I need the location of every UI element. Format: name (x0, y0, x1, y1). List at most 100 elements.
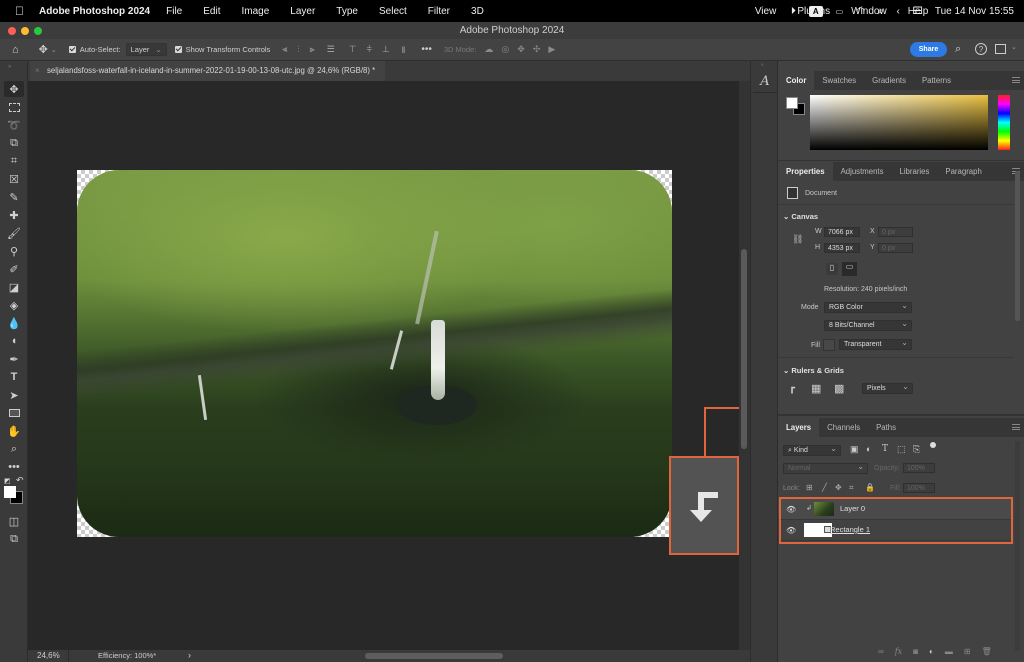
rectangle-tool-icon[interactable] (4, 405, 24, 421)
character-panel-icon[interactable]: A (753, 71, 777, 93)
3d-pan-icon[interactable]: ✥ (517, 44, 525, 55)
bit-depth-dropdown[interactable]: 8 Bits/Channel (824, 319, 912, 331)
auto-select-dropdown[interactable]: Layer ⌄ (125, 43, 167, 56)
wifi-icon[interactable]: ◠ (856, 6, 865, 17)
color-foreground-swatch[interactable] (786, 97, 798, 109)
lock-pixels-icon[interactable]: ╱ (822, 483, 827, 492)
filter-adjustment-icon[interactable]: ◐ (866, 444, 871, 454)
width-input[interactable]: 7066 px (824, 227, 860, 237)
menu-view[interactable]: View (755, 6, 777, 17)
play-icon[interactable]: ⏵ (791, 6, 796, 17)
fill-swatch[interactable] (823, 339, 835, 351)
tab-paths[interactable]: Paths (868, 418, 904, 437)
3d-orbit-icon[interactable]: ☁ (484, 44, 493, 55)
healing-brush-tool-icon[interactable]: ✚ (4, 207, 24, 223)
tool-preset-chevron-icon[interactable]: ⌄ (51, 46, 57, 54)
tab-swatches[interactable]: Swatches (814, 71, 864, 90)
lock-artboard-icon[interactable]: ⌗ (849, 483, 854, 493)
crop-tool-icon[interactable]: ⌗ (4, 153, 24, 169)
new-group-icon[interactable]: ▬ (945, 647, 953, 656)
color-panel-menu-icon[interactable] (1012, 77, 1020, 83)
adjustment-layer-icon[interactable]: ◐ (929, 647, 934, 656)
frame-tool-icon[interactable]: ☒ (4, 171, 24, 187)
fill-dropdown[interactable]: Transparent (839, 338, 912, 350)
pen-tool-icon[interactable]: ✒ (4, 351, 24, 367)
control-center-icon[interactable]: ☰ (913, 6, 922, 17)
zoom-window-button[interactable] (34, 27, 42, 35)
menu-select[interactable]: Select (379, 6, 407, 17)
blend-mode-dropdown[interactable]: Normal (783, 462, 868, 474)
home-icon[interactable]: ⌂ (12, 44, 19, 56)
y-input[interactable]: 0 px (878, 243, 913, 253)
tab-properties[interactable]: Properties (778, 162, 833, 181)
opacity-input[interactable]: 100% (903, 463, 935, 473)
edit-toolbar-icon[interactable]: ••• (4, 459, 24, 475)
menu-type[interactable]: Type (336, 6, 358, 17)
height-input[interactable]: 4353 px (824, 243, 860, 253)
document-image[interactable] (77, 170, 672, 537)
input-source-indicator[interactable]: A (808, 5, 823, 17)
tab-gradients[interactable]: Gradients (864, 71, 914, 90)
align-right-icon[interactable]: ⫸ (310, 44, 315, 55)
app-menu[interactable]: Adobe Photoshop 2024 (39, 6, 150, 17)
delete-layer-icon[interactable]: 🗑 (982, 647, 992, 656)
help-icon[interactable]: ? (975, 43, 987, 55)
foreground-color-swatch[interactable] (4, 486, 16, 498)
more-options-icon[interactable]: ••• (421, 44, 432, 55)
canvas-area[interactable] (28, 81, 739, 650)
eraser-tool-icon[interactable]: ◪ (4, 279, 24, 295)
move-tool-icon[interactable]: ✥ (4, 81, 24, 97)
vertical-scrollbar[interactable] (739, 81, 750, 650)
minimize-window-button[interactable] (21, 27, 29, 35)
move-tool-icon[interactable]: ✥ (39, 43, 48, 56)
vertical-scroll-thumb[interactable] (741, 249, 747, 449)
link-dimensions-icon[interactable]: ⛓ (792, 234, 803, 245)
layers-panel-menu-icon[interactable] (1012, 424, 1020, 430)
zoom-level[interactable]: 24,6% (37, 651, 60, 660)
lock-transparent-icon[interactable]: ⊞ (806, 483, 813, 492)
units-dropdown[interactable]: Pixels (862, 382, 913, 394)
align-middle-v-icon[interactable]: ⫩ (367, 44, 372, 55)
3d-camera-icon[interactable]: ▶ (548, 44, 555, 55)
type-tool-icon[interactable]: T (4, 369, 24, 385)
battery-icon[interactable]: ▭ (836, 7, 844, 16)
link-layers-icon[interactable]: ∞ (878, 647, 884, 656)
path-selection-tool-icon[interactable]: ➤ (4, 387, 24, 403)
hand-tool-icon[interactable]: ✋ (4, 423, 24, 439)
align-center-h-icon[interactable]: ⫶ (297, 44, 299, 55)
close-window-button[interactable] (8, 27, 16, 35)
lock-position-icon[interactable]: ✥ (835, 483, 842, 492)
lock-all-icon[interactable]: 🔒 (865, 483, 875, 492)
menu-image[interactable]: Image (241, 6, 269, 17)
screen-mode-icon[interactable]: ⧉ (4, 531, 24, 547)
tab-layers[interactable]: Layers (778, 418, 820, 437)
zoom-tool-icon[interactable]: ⌕ (4, 441, 24, 457)
menu-3d[interactable]: 3D (471, 6, 484, 17)
filter-pixel-icon[interactable]: ▣ (850, 444, 859, 455)
document-tab[interactable]: × seljalandsfoss-waterfall-in-iceland-in… (30, 61, 386, 81)
properties-scrollbar[interactable] (1015, 171, 1020, 321)
strip-collapse-icon[interactable]: « (761, 62, 764, 68)
guides-icon[interactable]: ▩ (834, 382, 844, 395)
mode-dropdown[interactable]: RGB Color (824, 301, 912, 313)
search-icon[interactable]: ⌕ (955, 43, 961, 56)
tab-channels[interactable]: Channels (819, 418, 868, 437)
workspace-chevron-icon[interactable]: ⌄ (1011, 43, 1017, 51)
3d-roll-icon[interactable]: ◎ (501, 44, 509, 55)
paint-bucket-tool-icon[interactable]: ◈ (4, 297, 24, 313)
rulers-grids-section-header[interactable]: ⌄ Rulers & Grids (783, 366, 844, 375)
object-selection-tool-icon[interactable]: ⧉ (4, 135, 24, 151)
history-brush-tool-icon[interactable]: ✐ (4, 261, 24, 277)
auto-select-checkbox[interactable] (68, 46, 76, 53)
menu-layer[interactable]: Layer (290, 6, 315, 17)
new-layer-icon[interactable]: ⊞ (964, 647, 971, 656)
hue-slider[interactable] (998, 95, 1010, 150)
default-colors-icon[interactable]: ◩ (4, 477, 11, 485)
spotlight-search-icon[interactable]: ⌕ (878, 6, 884, 17)
x-input[interactable]: 0 px (878, 227, 913, 237)
quick-mask-icon[interactable]: ◫ (4, 513, 24, 529)
blur-tool-icon[interactable]: 💧 (4, 315, 24, 331)
menu-file[interactable]: File (166, 6, 182, 17)
distribute-h-icon[interactable]: ☰ (327, 44, 335, 55)
tab-color[interactable]: Color (778, 71, 815, 90)
